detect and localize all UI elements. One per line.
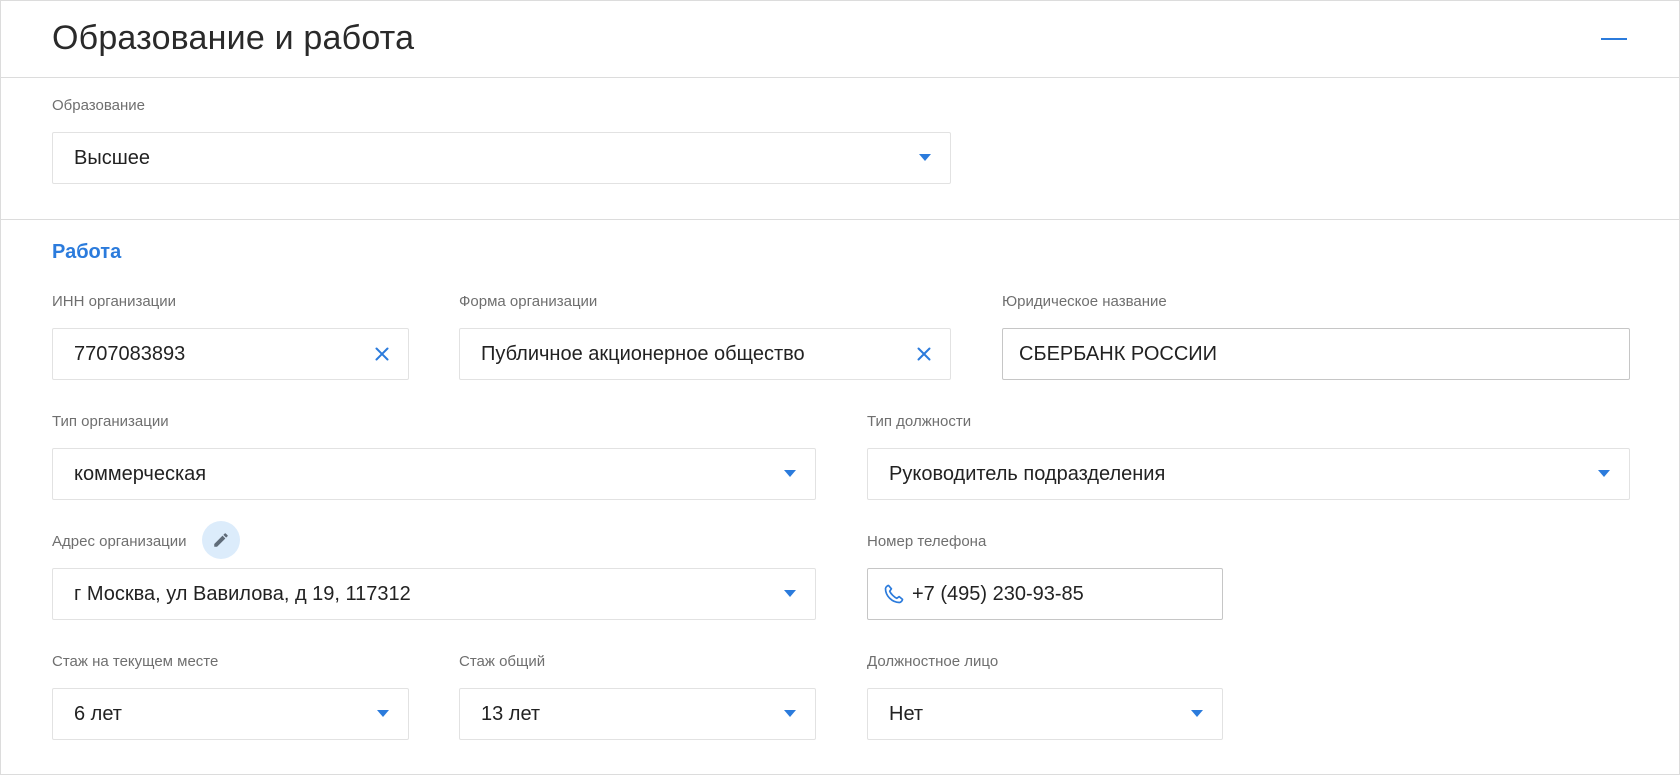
phone-icon (882, 582, 906, 606)
collapse-button[interactable] (1591, 23, 1631, 55)
experience-current-label: Стаж на текущем месте (52, 653, 219, 670)
position-type-value: Руководитель подразделения (889, 463, 1166, 485)
chevron-down-icon (784, 710, 796, 717)
org-type-label: Тип организации (52, 413, 169, 430)
official-label: Должностное лицо (867, 653, 999, 670)
experience-total-value: 13 лет (481, 703, 541, 725)
org-type-select[interactable]: коммерческая (52, 448, 816, 500)
close-icon[interactable] (370, 342, 394, 366)
experience-current-value: 6 лет (74, 703, 122, 725)
education-work-panel: Образование и работа Образование Высшее … (0, 0, 1680, 775)
education-select[interactable]: Высшее (52, 132, 951, 184)
legal-name-value: СБЕРБАНК РОССИИ (1019, 343, 1218, 365)
inn-value: 7707083893 (74, 343, 186, 365)
legal-name-label: Юридическое название (1002, 293, 1167, 310)
phone-label: Номер телефона (867, 533, 987, 550)
legal-name-input[interactable]: СБЕРБАНК РОССИИ (1002, 328, 1630, 380)
chevron-down-icon (784, 590, 796, 597)
position-type-select[interactable]: Руководитель подразделения (867, 448, 1630, 500)
minus-icon (1601, 38, 1627, 40)
org-type-value: коммерческая (74, 463, 207, 485)
org-address-label: Адрес организации (52, 533, 187, 550)
position-type-label: Тип должности (867, 413, 972, 430)
inn-field[interactable]: 7707083893 (52, 328, 409, 380)
work-section-title: Работа (52, 241, 122, 263)
education-label: Образование (52, 97, 145, 114)
page-title: Образование и работа (52, 19, 415, 57)
experience-total-select[interactable]: 13 лет (459, 688, 816, 740)
education-value: Высшее (74, 147, 151, 169)
panel-header: Образование и работа (1, 1, 1679, 78)
inn-label: ИНН организации (52, 293, 177, 310)
experience-current-select[interactable]: 6 лет (52, 688, 409, 740)
org-address-value: г Москва, ул Вавилова, д 19, 117312 (74, 583, 411, 605)
chevron-down-icon (784, 470, 796, 477)
phone-value: +7 (495) 230-93-85 (912, 583, 1084, 605)
org-form-label: Форма организации (459, 293, 598, 310)
section-divider (1, 219, 1679, 220)
org-form-value: Публичное акционерное общество (481, 343, 805, 365)
official-select[interactable]: Нет (867, 688, 1223, 740)
chevron-down-icon (1191, 710, 1203, 717)
pencil-icon (214, 533, 228, 547)
phone-input[interactable]: +7 (495) 230-93-85 (867, 568, 1223, 620)
experience-total-label: Стаж общий (459, 653, 546, 670)
official-value: Нет (889, 703, 924, 725)
edit-address-button[interactable] (202, 521, 240, 559)
close-icon[interactable] (912, 342, 936, 366)
org-address-select[interactable]: г Москва, ул Вавилова, д 19, 117312 (52, 568, 816, 620)
org-form-field[interactable]: Публичное акционерное общество (459, 328, 951, 380)
chevron-down-icon (919, 154, 931, 161)
chevron-down-icon (377, 710, 389, 717)
chevron-down-icon (1598, 470, 1610, 477)
